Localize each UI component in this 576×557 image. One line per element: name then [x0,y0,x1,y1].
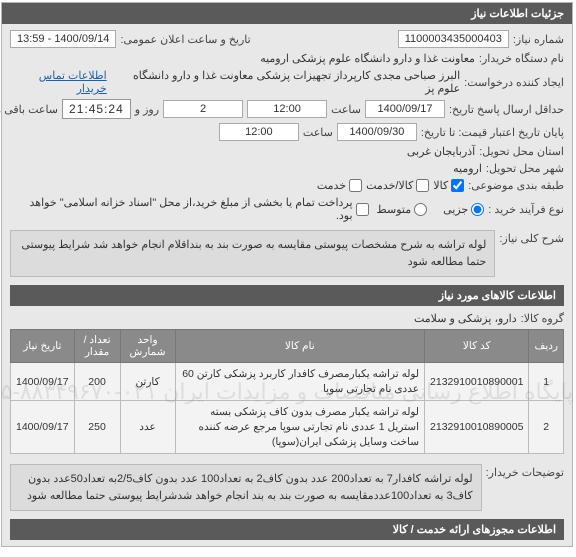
table-header-row: ردیف کد کالا نام کالا واحد شمارش تعداد /… [12,330,565,363]
col-code: کد کالا [426,330,530,363]
cell-unit: کارتن [121,363,176,401]
need-details-panel: جزئیات اطلاعات نیاز شماره نیاز: 11000034… [2,2,574,547]
announce-label: تاریخ و ساعت اعلان عمومی: [121,33,251,46]
cell-row: 2 [530,401,565,454]
need-number-label: شماره نیاز: [514,33,565,46]
credit-end-time: 12:00 [220,123,300,141]
permits-section-title: اطلاعات مجوزهای ارائه خدمت / کالا [11,519,565,540]
col-name: نام کالا [176,330,425,363]
process-radio-2-label: متوسط [378,203,413,216]
cell-unit: عدد [121,401,176,454]
treasury-checkbox-input[interactable] [357,203,370,216]
goods-group-label: گروه کالا: [522,312,565,325]
process-radio-1-input[interactable] [472,203,485,216]
items-table-wrap: ردیف کد کالا نام کالا واحد شمارش تعداد /… [11,329,565,454]
panel-title: جزئیات اطلاعات نیاز [3,3,573,24]
day-and-label: روز و [136,103,160,116]
min-send-time: 12:00 [248,100,328,118]
cell-row: 1 [530,363,565,401]
cell-qty: 200 [75,363,121,401]
remaining-label: ساعت باقی مانده [0,103,59,116]
topic-service-input[interactable] [417,179,430,192]
topic-khadamat-input[interactable] [350,179,363,192]
process-radio-2-input[interactable] [415,203,428,216]
cell-date: 1400/09/17 [12,363,76,401]
topic-service-label: کالا/خدمت [367,179,414,192]
table-row: 1 2132910010890001 لوله تراشه یکبارمصرف … [12,363,565,401]
items-section-title: اطلاعات کالاهای مورد نیاز [11,285,565,306]
topic-group-label: طبقه بندی موضوعی: [469,179,565,192]
requester-label: ایجاد کننده درخواست: [465,76,565,89]
topic-service-checkbox[interactable]: کالا/خدمت [367,179,430,192]
announce-value: 1400/09/14 - 13:59 [11,30,117,48]
treasury-note: پرداخت تمام یا بخشی از مبلغ خرید،از محل … [11,196,354,222]
province-label: استان محل تحویل: [480,145,565,158]
goods-group-value: دارو، پزشکی و سلامت [415,312,518,325]
buyer-org-value: معاونت غذا و دارو دانشگاه علوم پزشکی ارو… [261,52,476,65]
treasury-checkbox[interactable]: پرداخت تمام یا بخشی از مبلغ خرید،از محل … [11,196,370,222]
panel-body: شماره نیاز: 1100003435000403 تاریخ و ساع… [3,24,573,546]
credit-end-label: پایان تاریخ اعتبار قیمت: تا تاریخ: [422,126,565,139]
table-row: 2 2132910010890005 لوله تراشه یکبار مصرف… [12,401,565,454]
buyer-notes-text: لوله تراشه کافدار7 به تعداد200 عدد بدون … [11,464,483,511]
cell-code: 2132910010890001 [426,363,530,401]
topic-kala-label: کالا [434,179,449,192]
process-radio-1-label: جزیی [444,203,469,216]
process-radio-2[interactable]: متوسط [378,203,429,216]
credit-end-date: 1400/09/30 [338,123,418,141]
general-desc-text: لوله تراشه به شرح مشخصات پیوستی مقایسه ب… [11,230,496,277]
process-radio-1[interactable]: جزیی [444,203,485,216]
city-label: شهر محل تحویل: [487,162,565,175]
col-date: تاریخ نیاز [12,330,76,363]
items-table: ردیف کد کالا نام کالا واحد شمارش تعداد /… [11,329,565,454]
buyer-contact-link[interactable]: اطلاعات تماس خریدار [11,69,108,95]
general-desc-label: شرح کلی نیاز: [500,226,565,245]
topic-kala-input[interactable] [452,179,465,192]
min-send-date: 1400/09/17 [366,100,446,118]
col-qty: تعداد / مقدار [75,330,121,363]
need-number-value: 1100003435000403 [399,30,510,48]
buyer-notes-label: توضیحات خریدار: [487,460,565,479]
min-send-label: حداقل ارسال پاسخ تاریخ: [450,103,565,116]
cell-qty: 250 [75,401,121,454]
buyer-org-label: نام دستگاه خریدار: [480,52,565,65]
time-label-1: ساعت [332,103,362,116]
cell-name: لوله تراشه یکبارمصرف کافدار کاربرد پزشکی… [176,363,425,401]
col-unit: واحد شمارش [121,330,176,363]
countdown-timer: 21:45:24 [63,99,132,119]
cell-date: 1400/09/17 [12,401,76,454]
time-label-2: ساعت [304,126,334,139]
topic-khadamat-checkbox[interactable]: خدمت [318,179,363,192]
province-value: آذربایجان غربی [408,145,476,158]
cell-name: لوله تراشه یکبار مصرف بدون کاف پزشکی بست… [176,401,425,454]
days-value: 2 [164,100,244,118]
process-type-label: نوع فرآیند خرید : [489,203,565,216]
col-row: ردیف [530,330,565,363]
cell-code: 2132910010890005 [426,401,530,454]
topic-khadamat-label: خدمت [318,179,347,192]
requester-value: البرز صباحی مجدی کارپرداز تجهیزات پزشکی … [112,69,461,95]
topic-kala-checkbox[interactable]: کالا [434,179,465,192]
city-value: ارومیه [454,162,483,175]
